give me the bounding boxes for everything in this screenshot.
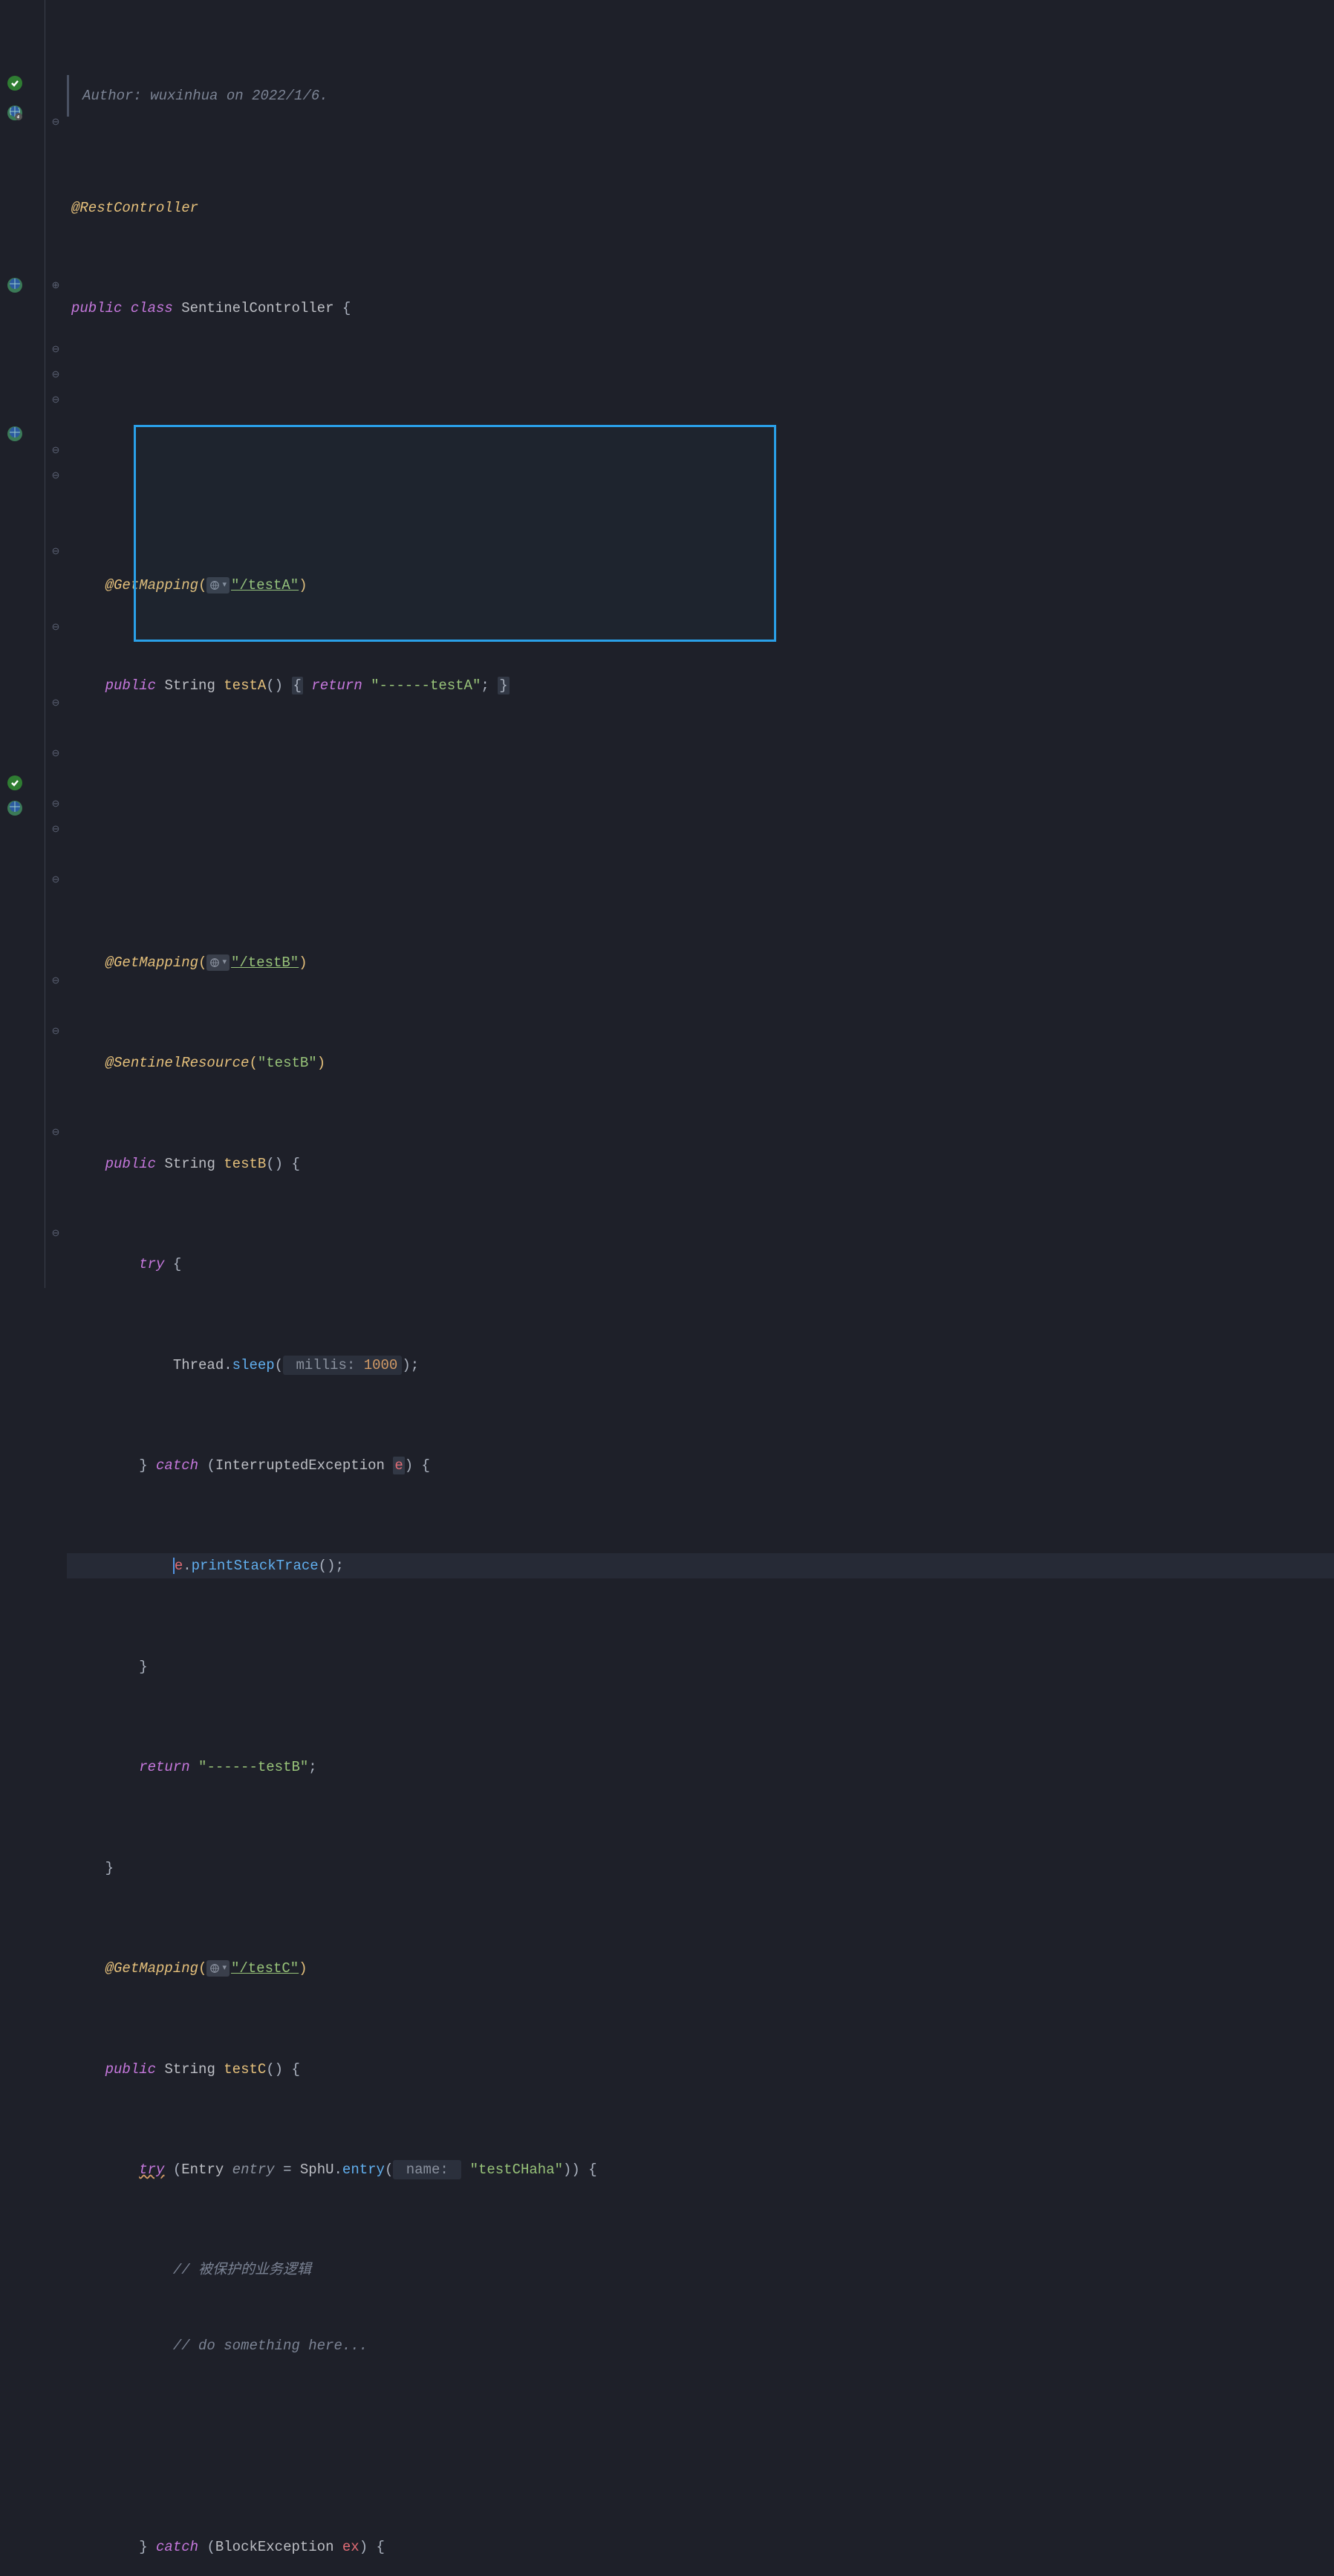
fold-marker[interactable]: ⊖ xyxy=(51,370,61,380)
fold-marker[interactable]: ⊖ xyxy=(51,471,61,481)
code-line: return "------testB"; xyxy=(67,1754,1334,1780)
code-line: // do something here... xyxy=(67,2333,1334,2358)
fold-toggle[interactable]: ⊕ xyxy=(51,281,61,291)
code-line: public class SentinelController { xyxy=(67,296,1334,321)
param-hint-name: name: xyxy=(393,2160,461,2179)
endpoint-icon[interactable] xyxy=(6,774,27,795)
code-line: public String testC() { xyxy=(67,2057,1334,2082)
fold-marker[interactable]: ⊖ xyxy=(51,875,61,885)
blank-line xyxy=(67,849,1334,874)
doc-author-line: Author: wuxinhua on 2022/1/6. xyxy=(67,75,1334,117)
fold-column: ⊕ ⊖ ⊖ ⊖ ⊖ ⊖ ⊖ ⊖ ⊖ ⊖ ⊖ ⊖ ⊖ ⊖ ⊖ ⊖ ⊖ ⊖ xyxy=(51,0,65,1288)
fold-marker[interactable]: ⊖ xyxy=(51,799,61,810)
code-line: } catch (InterruptedException e) { xyxy=(67,1453,1334,1478)
code-line: } xyxy=(67,1855,1334,1881)
code-editor[interactable]: ⊕ ⊖ ⊖ ⊖ ⊖ ⊖ ⊖ ⊖ ⊖ ⊖ ⊖ ⊖ ⊖ ⊖ ⊖ ⊖ ⊖ ⊖ Auth… xyxy=(0,0,1334,1288)
code-line: @SentinelResource("testB") xyxy=(67,1050,1334,1076)
mapping-path-testb[interactable]: "/testB" xyxy=(231,954,299,971)
code-line: Thread.sleep( millis: 1000); xyxy=(67,1353,1334,1378)
fold-marker[interactable]: ⊖ xyxy=(51,446,61,456)
annotation-restcontroller: @RestController xyxy=(71,200,198,216)
code-line: @GetMapping(▾"/testA") xyxy=(67,573,1334,598)
code-line: public String testB() { xyxy=(67,1151,1334,1177)
fold-marker[interactable]: ⊖ xyxy=(51,345,61,355)
code-line: @RestController xyxy=(67,195,1334,221)
selection-box xyxy=(134,425,776,642)
blank-line xyxy=(67,397,1334,422)
web-icon[interactable] xyxy=(6,276,27,297)
fold-marker[interactable]: ⊖ xyxy=(51,622,61,633)
blank-line xyxy=(67,2434,1334,2459)
fold-marker[interactable]: ⊖ xyxy=(51,749,61,759)
code-line: @GetMapping(▾"/testC") xyxy=(67,1956,1334,1981)
web-icon[interactable] xyxy=(6,425,27,446)
code-line: // 被保护的业务逻辑 xyxy=(67,2257,1334,2283)
code-line: public String testA() { return "------te… xyxy=(67,673,1334,698)
globe-icon[interactable]: ▾ xyxy=(206,1960,230,1977)
blank-line xyxy=(67,774,1334,799)
fold-marker[interactable]: ⊖ xyxy=(51,395,61,406)
code-line-cursor: e.printStackTrace(); xyxy=(67,1553,1334,1578)
code-area[interactable]: Author: wuxinhua on 2022/1/6. @RestContr… xyxy=(67,0,1334,1288)
code-line: try (Entry entry = SphU.entry( name: "te… xyxy=(67,2157,1334,2182)
mapping-path-testc[interactable]: "/testC" xyxy=(231,1960,299,1977)
globe-icon[interactable]: ▾ xyxy=(206,954,230,971)
gutter: ⊕ ⊖ ⊖ ⊖ ⊖ ⊖ ⊖ ⊖ ⊖ ⊖ ⊖ ⊖ ⊖ ⊖ ⊖ ⊖ ⊖ ⊖ xyxy=(0,0,67,1288)
code-line: } catch (BlockException ex) { xyxy=(67,2534,1334,2560)
fold-marker[interactable]: ⊖ xyxy=(51,117,61,128)
fold-marker[interactable]: ⊖ xyxy=(51,547,61,557)
class-name: SentinelController xyxy=(181,300,334,316)
fold-marker[interactable]: ⊖ xyxy=(51,1027,61,1037)
code-line: try { xyxy=(67,1252,1334,1277)
fold-marker[interactable]: ⊖ xyxy=(51,1229,61,1239)
fold-marker[interactable]: ⊖ xyxy=(51,824,61,835)
method-testa: testA xyxy=(224,677,266,694)
fold-marker[interactable]: ⊖ xyxy=(51,1128,61,1138)
param-hint-millis: millis: 1000 xyxy=(283,1356,402,1375)
method-testc: testC xyxy=(224,2061,266,2078)
endpoint-icon[interactable] xyxy=(6,74,27,95)
web-icon[interactable] xyxy=(6,799,27,820)
fold-marker[interactable]: ⊖ xyxy=(51,976,61,986)
code-line: } xyxy=(67,1654,1334,1679)
globe-icon[interactable]: ▾ xyxy=(206,577,230,593)
method-testb: testB xyxy=(224,1156,266,1172)
mapping-path-testa[interactable]: "/testA" xyxy=(231,577,299,593)
blank-line xyxy=(67,472,1334,497)
web-icon[interactable] xyxy=(6,104,27,125)
code-line: @GetMapping(▾"/testB") xyxy=(67,950,1334,975)
fold-marker[interactable]: ⊖ xyxy=(51,698,61,709)
